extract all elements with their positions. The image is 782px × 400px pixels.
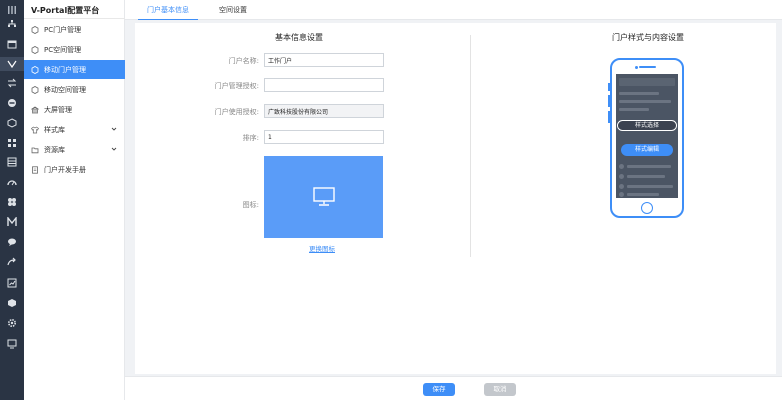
tab-space-settings[interactable]: 空间设置: [209, 0, 257, 20]
sidebar-item-label: PC门户管理: [44, 25, 82, 34]
screen-avatar: [619, 184, 624, 189]
portal-name-label: 门户名称:: [228, 57, 259, 65]
manage-auth-input[interactable]: [264, 78, 384, 92]
icon-rail: [0, 0, 24, 400]
list-icon[interactable]: [5, 155, 19, 169]
sidebar-item-pc-portal[interactable]: PC门户管理: [24, 20, 125, 39]
sidebar-item-label: PC空间管理: [44, 45, 82, 54]
screen-row: [627, 193, 659, 196]
chevron-down-icon: [111, 147, 117, 151]
screen-row: [619, 108, 649, 111]
sidebar-item-pc-space[interactable]: PC空间管理: [24, 40, 125, 59]
tab-bar: 门户基本信息 空间设置: [125, 0, 782, 20]
mail-icon[interactable]: [5, 215, 19, 229]
style-select-button[interactable]: 样式选择: [617, 120, 677, 131]
use-auth-label: 门户使用授权:: [214, 108, 259, 116]
phone-screen: 样式选择 样式编辑: [616, 74, 678, 198]
tab-basic-info[interactable]: 门户基本信息: [138, 0, 198, 20]
sidebar-item-resource-library[interactable]: 资源库: [24, 140, 125, 159]
sidebar-item-big-screen[interactable]: 大屏管理: [24, 100, 125, 119]
document-icon: [31, 165, 39, 174]
save-button[interactable]: 保存: [423, 383, 455, 396]
icon-label: 图标:: [242, 201, 259, 209]
sidebar: V-Portal配置平台 PC门户管理 PC空间管理 移动门户管理 移动空间管理…: [24, 0, 125, 400]
sidebar-item-style-library[interactable]: 样式库: [24, 120, 125, 139]
screen-row: [627, 165, 671, 168]
panel-divider: [470, 35, 471, 257]
sidebar-item-label: 门户开发手册: [44, 165, 86, 174]
app-title: V-Portal配置平台: [31, 6, 100, 15]
screen-row: [627, 185, 673, 188]
box-icon[interactable]: [5, 296, 19, 310]
folder-icon: [31, 146, 39, 154]
chat-icon[interactable]: [5, 235, 19, 249]
phone-home-button: [641, 202, 653, 214]
menu-icon[interactable]: [5, 3, 19, 17]
style-content-title: 门户样式与内容设置: [612, 33, 684, 42]
screen-header: [619, 78, 675, 86]
api-icon[interactable]: [5, 96, 19, 110]
portal-icon[interactable]: [0, 57, 24, 71]
main-panel: 基本信息设置 门户名称: 门户管理授权: 门户使用授权: 排序: 图标: 更换图…: [135, 23, 776, 374]
style-edit-button[interactable]: 样式编辑: [621, 144, 673, 156]
footer-bar: 保存 取消: [125, 376, 782, 400]
screen-row: [627, 175, 665, 178]
phone-preview: 样式选择 样式编辑: [610, 58, 684, 218]
sort-input[interactable]: [264, 130, 384, 144]
share-icon[interactable]: [5, 255, 19, 269]
sidebar-item-label: 资源库: [44, 145, 65, 154]
cube-icon[interactable]: [5, 116, 19, 130]
grid-icon[interactable]: [5, 136, 19, 150]
sidebar-item-mobile-space[interactable]: 移动空间管理: [24, 80, 125, 99]
transfer-icon[interactable]: [5, 76, 19, 90]
phone-camera: [635, 65, 638, 69]
monitor-icon[interactable]: [5, 337, 19, 351]
portal-name-input[interactable]: [264, 53, 384, 67]
manage-auth-label: 门户管理授权:: [214, 82, 259, 90]
screen-avatar: [619, 164, 624, 169]
chevron-down-icon: [111, 127, 117, 131]
screen-avatar: [619, 192, 624, 197]
sort-label: 排序:: [242, 134, 259, 142]
chart-icon[interactable]: [5, 276, 19, 290]
settings-icon[interactable]: [5, 316, 19, 330]
sidebar-item-label: 移动门户管理: [44, 65, 86, 74]
change-icon-link[interactable]: 更换图标: [309, 243, 335, 253]
basic-info-title: 基本信息设置: [275, 33, 323, 42]
sidebar-item-dev-manual[interactable]: 门户开发手册: [24, 160, 125, 179]
sidebar-item-label: 移动空间管理: [44, 85, 86, 94]
sidebar-item-label: 样式库: [44, 125, 65, 134]
sidebar-divider: [24, 18, 125, 19]
shirt-icon: [31, 126, 39, 134]
cube-icon: [31, 85, 39, 94]
cube-icon: [31, 65, 39, 74]
fan-icon[interactable]: [5, 195, 19, 209]
bank-icon: [31, 106, 39, 114]
org-chart-icon[interactable]: [5, 17, 19, 31]
phone-speaker: [639, 66, 656, 68]
screen-avatar: [619, 174, 624, 179]
portal-icon-preview[interactable]: [264, 156, 383, 238]
screen-row: [619, 100, 671, 103]
use-auth-input[interactable]: [264, 104, 384, 118]
screen-row: [619, 92, 659, 95]
cube-icon: [31, 25, 39, 34]
cancel-button[interactable]: 取消: [484, 383, 516, 396]
monitor-icon: [312, 187, 335, 206]
sidebar-item-label: 大屏管理: [44, 105, 72, 114]
dashboard-icon[interactable]: [5, 175, 19, 189]
sidebar-item-mobile-portal[interactable]: 移动门户管理: [24, 60, 125, 79]
cube-icon: [31, 45, 39, 54]
calendar-icon[interactable]: [5, 37, 19, 51]
